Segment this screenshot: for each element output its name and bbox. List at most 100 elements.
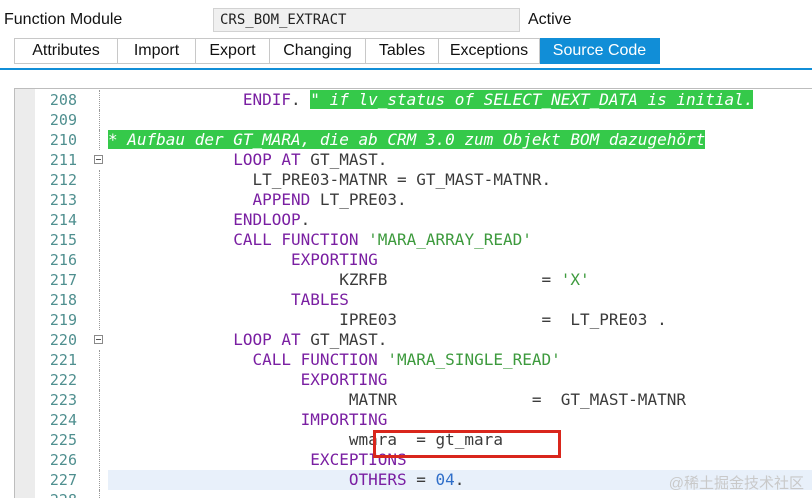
tab-attributes[interactable]: Attributes [14,38,118,64]
tab-tables[interactable]: Tables [366,38,439,64]
code-keyword: CALL FUNCTION [233,230,359,249]
code-line[interactable]: 219 IPRE03 = LT_PRE03 . [15,310,812,330]
fold-guide-line [99,390,100,410]
tab-bar: Attributes Import Export Changing Tables… [14,38,660,64]
tab-exceptions[interactable]: Exceptions [439,38,540,64]
tab-export[interactable]: Export [196,38,270,64]
function-module-label: Function Module [4,11,123,28]
fold-guide-line [99,430,100,450]
code-text: TABLES [108,290,349,310]
line-number: 212 [49,171,77,189]
code-line[interactable]: 222 EXPORTING [15,370,812,390]
code-comment: * Aufbau der GT_MARA, die ab CRM 3.0 zum… [108,130,706,149]
code-line[interactable]: 221 CALL FUNCTION 'MARA_SINGLE_READ' [15,350,812,370]
code-line[interactable]: 212 LT_PRE03-MATNR = GT_MAST-MATNR. [15,170,812,190]
code-token: . [300,210,311,229]
code-string: 'X' [560,270,590,289]
code-keyword: EXPORTING [291,250,378,269]
tab-changing[interactable]: Changing [270,38,366,64]
line-number: 208 [49,91,77,109]
fold-guide-line [99,110,100,130]
line-number: 224 [49,411,77,429]
status-text: Active [528,11,572,28]
code-text: ENDIF. " if lv_status of SELECT_NEXT_DAT… [108,90,754,110]
code-line[interactable]: 223 MATNR = GT_MAST-MATNR [15,390,812,410]
code-line[interactable]: 220 LOOP AT GT_MAST. [15,330,812,350]
code-line[interactable]: 214 ENDLOOP. [15,210,812,230]
code-line[interactable]: 215 CALL FUNCTION 'MARA_ARRAY_READ' [15,230,812,250]
code-token: IPRE03 = LT_PRE03 . [108,310,667,329]
fold-guide-line [99,90,100,110]
code-text: EXPORTING [108,370,388,390]
code-keyword: LOOP AT [233,330,301,349]
line-number: 225 [49,431,77,449]
tab-source-code[interactable]: Source Code [540,38,660,64]
code-line[interactable]: 209 [15,110,812,130]
code-text: MATNR = GT_MAST-MATNR [108,390,686,410]
line-number: 210 [49,131,77,149]
code-token: . [291,90,311,109]
code-line[interactable]: 211 LOOP AT GT_MAST. [15,150,812,170]
tab-underline [0,68,812,70]
code-text: APPEND LT_PRE03. [108,190,407,210]
code-number: 04 [435,470,455,489]
code-line[interactable]: 224 IMPORTING [15,410,812,430]
fold-guide-line [99,230,100,250]
code-token: = [541,270,561,289]
code-token: LT_PRE03-MATNR = GT_MAST-MATNR. [108,170,552,189]
code-keyword: IMPORTING [300,410,388,429]
collapse-block-icon[interactable] [94,335,103,344]
code-comment: " if lv_status of SELECT_NEXT_DATA is in… [310,90,754,109]
watermark: @稀土掘金技术社区 [668,475,804,492]
fold-guide-line [99,210,100,230]
tab-import[interactable]: Import [118,38,196,64]
fold-guide-line [99,270,100,290]
line-number: 213 [49,191,77,209]
function-module-name-field[interactable] [213,8,520,32]
code-keyword: CALL FUNCTION [252,350,378,369]
code-text: EXPORTING [108,250,378,270]
code-line[interactable]: 216 EXPORTING [15,250,812,270]
line-number: 219 [49,311,77,329]
code-token: GT_MAST. [300,150,388,169]
code-keyword: OTHERS [348,470,407,489]
code-text: KZRFB = 'X' [108,270,590,290]
line-number: 222 [49,371,77,389]
line-number: 220 [49,331,77,349]
code-line[interactable]: 218 TABLES [15,290,812,310]
fold-guide-line [99,410,100,430]
line-number: 215 [49,231,77,249]
code-line[interactable]: 213 APPEND LT_PRE03. [15,190,812,210]
code-keyword: EXPORTING [300,370,388,389]
code-keyword: ENDIF [242,90,292,109]
line-number: 217 [49,271,77,289]
code-line[interactable]: 208 ENDIF. " if lv_status of SELECT_NEXT… [15,90,812,110]
code-text: LOOP AT GT_MAST. [108,150,387,170]
fold-guide-line [99,310,100,330]
code-line[interactable]: 217 KZRFB = 'X' [15,270,812,290]
code-text: IMPORTING [108,410,388,430]
fold-guide-line [99,470,100,490]
fold-guide-line [99,370,100,390]
collapse-block-icon[interactable] [94,155,103,164]
code-string: 'MARA_ARRAY_READ' [368,230,532,249]
code-text: LOOP AT GT_MAST. [108,330,387,350]
fold-guide-line [99,170,100,190]
code-keyword: TABLES [291,290,349,309]
code-token: KZRFB [108,270,542,289]
code-text: ENDLOOP. [108,210,310,230]
code-line[interactable]: 210 * Aufbau der GT_MARA, die ab CRM 3.0 … [15,130,812,150]
code-text: * Aufbau der GT_MARA, die ab CRM 3.0 zum… [108,130,706,150]
